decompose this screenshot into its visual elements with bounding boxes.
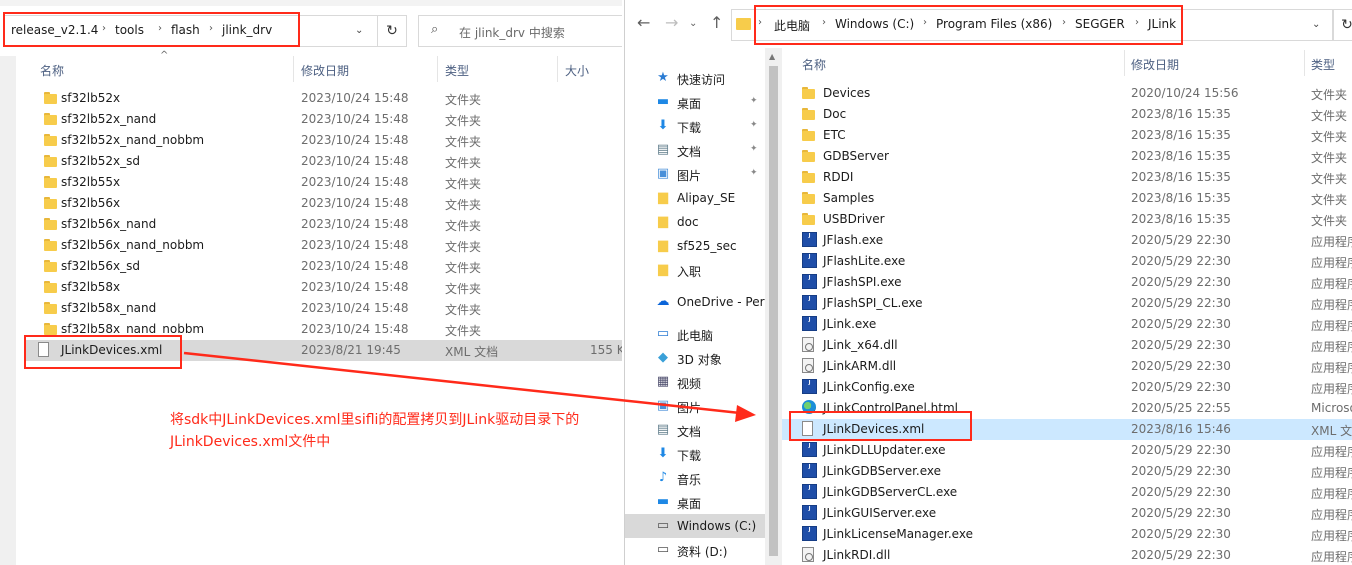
annotation-text-line1: 将sdk中JLinkDevices.xml里sifli的配置拷贝到JLink驱动… [170,412,580,428]
arrow-line [183,351,741,415]
annotation-arrow [183,351,756,422]
arrow-head [735,405,756,422]
annotation-text-line2: JLinkDevices.xml文件中 [170,434,331,450]
